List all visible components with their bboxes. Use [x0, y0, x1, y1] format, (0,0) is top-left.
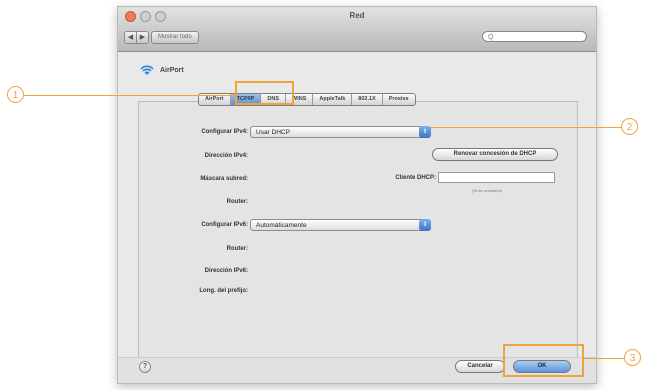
- show-all-button[interactable]: Mostrar todo: [151, 31, 199, 44]
- interface-name: AirPort: [160, 66, 184, 74]
- configure-ipv6-select[interactable]: Automáticamente ⇕: [250, 219, 431, 231]
- ok-button-highlight: [503, 344, 584, 377]
- tab-proxies[interactable]: Proxies: [381, 94, 415, 105]
- navigation-buttons: ◀ ▶: [124, 31, 149, 44]
- configure-ipv6-label: Configurar IPv6:: [201, 222, 248, 228]
- help-button[interactable]: ?: [139, 361, 151, 373]
- search-icon: Q: [488, 34, 494, 41]
- select-arrows-icon: ⇕: [419, 126, 431, 138]
- callout-1-badge: 1: [7, 86, 24, 103]
- renew-dhcp-button[interactable]: Renovar concesión de DHCP: [432, 148, 558, 161]
- window-title: Red: [349, 11, 365, 20]
- tab-appletalk[interactable]: AppleTalk: [312, 94, 351, 105]
- search-field[interactable]: Q: [482, 31, 587, 42]
- callout-3-line: [584, 358, 624, 359]
- select-arrows-icon: ⇕: [419, 219, 431, 231]
- dhcp-client-label: Cliente DHCP:: [395, 175, 436, 181]
- dhcp-client-hint: (Si es necesario): [472, 188, 503, 193]
- interface-header: AirPort: [140, 64, 184, 76]
- configure-ipv4-label: Configurar IPv4:: [201, 129, 248, 135]
- cancel-button[interactable]: Cancelar: [455, 360, 505, 373]
- callout-2-badge: 2: [621, 118, 638, 135]
- callout-3-badge: 3: [624, 349, 641, 366]
- tab-8021x[interactable]: 802.1X: [351, 94, 381, 105]
- subnet-mask-label: Máscara subred:: [200, 176, 248, 182]
- title-bar: Red ◀ ▶ Mostrar todo Q: [118, 7, 596, 52]
- configure-ipv6-value: Automáticamente: [256, 222, 307, 229]
- callout-1-line: [24, 95, 235, 96]
- configure-ipv4-select[interactable]: Usar DHCP ⇕: [250, 126, 431, 138]
- prefix-length-label: Long. del prefijo:: [199, 288, 248, 294]
- callout-2-line: [431, 127, 621, 128]
- router6-label: Router:: [226, 246, 248, 252]
- back-button[interactable]: ◀: [125, 32, 136, 43]
- configure-ipv4-value: Usar DHCP: [256, 129, 290, 136]
- network-preferences-window: Red ◀ ▶ Mostrar todo Q AirPort AirPort T…: [117, 6, 597, 384]
- wifi-icon: [140, 65, 154, 75]
- ipv6-address-label: Dirección IPv6:: [204, 268, 248, 274]
- forward-button[interactable]: ▶: [136, 32, 148, 43]
- dhcp-client-field[interactable]: [438, 172, 555, 183]
- tcpip-tab-highlight: [235, 81, 294, 105]
- ipv4-address-label: Dirección IPv4:: [204, 153, 248, 159]
- router-label: Router:: [226, 199, 248, 205]
